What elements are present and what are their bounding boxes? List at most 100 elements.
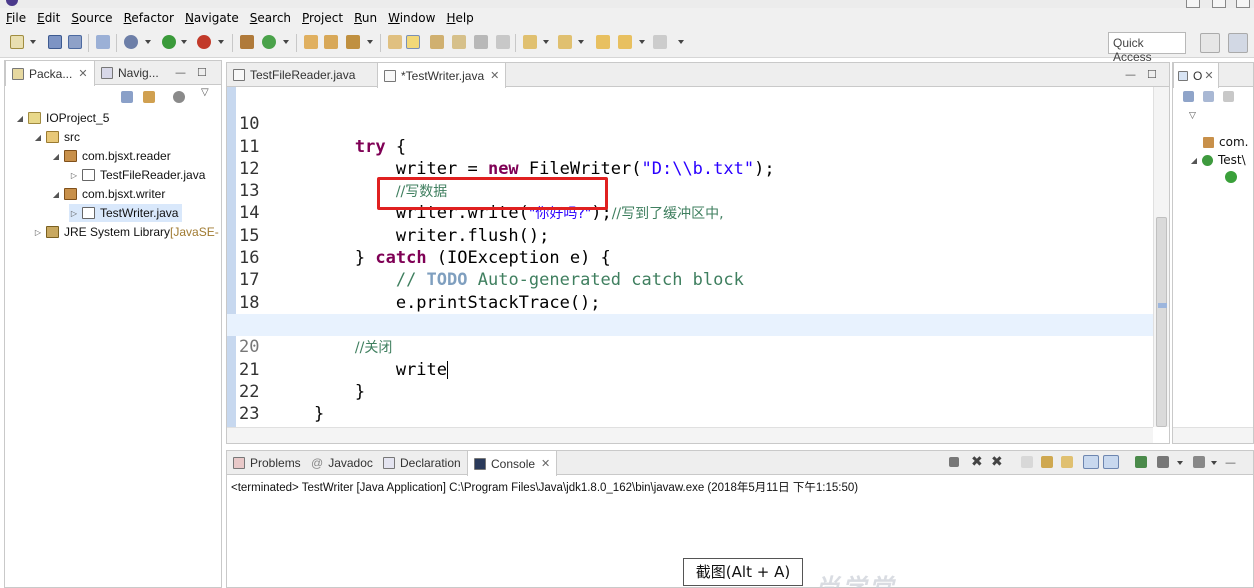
tree-item-jre-library[interactable]: ▷ JRE System Library [JavaSE- — [33, 223, 219, 241]
tab-problems[interactable]: Problems — [227, 451, 307, 475]
tab-declaration[interactable]: Declaration — [377, 451, 467, 475]
expanded-icon[interactable]: ◢ — [33, 133, 43, 142]
expanded-icon[interactable]: ◢ — [15, 114, 25, 123]
terminate-icon[interactable] — [949, 457, 959, 467]
menu-help[interactable]: Help — [446, 11, 473, 25]
show-invisible-icon[interactable] — [496, 35, 510, 49]
link-with-editor-icon[interactable] — [143, 91, 155, 103]
expanded-icon[interactable]: ◢ — [51, 152, 61, 161]
menu-edit[interactable]: Edit — [37, 11, 60, 25]
close-icon[interactable]: ✕ — [78, 67, 87, 80]
minimize-icon[interactable]: — — [175, 66, 186, 79]
view-menu-chevron-icon[interactable]: ▽ — [201, 87, 209, 98]
clear-console-icon[interactable] — [1021, 456, 1033, 468]
java-perspective-button[interactable] — [1228, 33, 1248, 53]
display-console-icon[interactable] — [1157, 456, 1169, 468]
new-class-icon[interactable] — [262, 35, 276, 49]
close-icon[interactable]: ✕ — [490, 69, 499, 82]
open-console-icon[interactable] — [1193, 456, 1205, 468]
remove-launch-icon[interactable]: ✖ — [971, 454, 983, 470]
save-icon[interactable] — [48, 35, 62, 49]
mark-occurrences-icon[interactable] — [406, 35, 420, 49]
menu-navigate[interactable]: Navigate — [185, 11, 239, 25]
toggle-breadcrumb-icon[interactable] — [388, 35, 402, 49]
outline-horizontal-scrollbar[interactable] — [1173, 427, 1253, 443]
hide-fields-icon[interactable] — [1203, 91, 1214, 102]
view-menu-icon[interactable] — [173, 91, 185, 103]
scroll-lock-icon[interactable] — [1041, 456, 1053, 468]
editor-horizontal-scrollbar[interactable] — [227, 427, 1153, 443]
word-wrap-icon[interactable] — [452, 35, 466, 49]
close-icon[interactable]: ✕ — [1204, 69, 1213, 82]
minimize-icon[interactable]: — — [1225, 456, 1236, 469]
open-perspective-button[interactable] — [1200, 33, 1220, 53]
pin-console-icon[interactable] — [1135, 456, 1147, 468]
previous-annotation-icon[interactable] — [558, 35, 572, 49]
hide-static-icon[interactable] — [1223, 91, 1234, 102]
tree-item-package-reader[interactable]: ◢ com.bjsxt.reader — [51, 147, 171, 165]
new-package-icon[interactable] — [240, 35, 254, 49]
overview-ruler-mark[interactable] — [1158, 303, 1167, 308]
expanded-icon[interactable]: ◢ — [51, 190, 61, 199]
tree-item-src[interactable]: ◢ src — [33, 128, 80, 146]
new-icon[interactable] — [10, 35, 24, 49]
block-selection-icon[interactable] — [430, 35, 444, 49]
collapsed-icon[interactable]: ▷ — [69, 209, 79, 218]
menu-refactor[interactable]: Refactor — [124, 11, 174, 25]
maximize-icon[interactable]: ☐ — [197, 66, 207, 79]
tab-outline[interactable]: O ✕ — [1173, 63, 1219, 88]
main-method-icon[interactable] — [1225, 171, 1237, 183]
search-icon[interactable] — [346, 35, 360, 49]
outline-item-class[interactable]: ◢ Test\ — [1189, 151, 1246, 169]
tree-item-package-writer[interactable]: ◢ com.bjsxt.writer — [51, 185, 165, 203]
collapsed-icon[interactable]: ▷ — [33, 228, 43, 237]
collapsed-icon[interactable]: ▷ — [69, 171, 79, 180]
open-type-icon[interactable] — [304, 35, 318, 49]
show-console-stdout-icon[interactable] — [1083, 455, 1099, 469]
remove-all-terminated-icon[interactable]: ✖ — [991, 454, 1003, 470]
last-edit-location-icon[interactable] — [596, 35, 610, 49]
forward-icon[interactable] — [653, 35, 667, 49]
editor-vertical-scrollbar[interactable] — [1153, 87, 1169, 427]
collapse-all-icon[interactable] — [121, 91, 133, 103]
maximize-window-button[interactable] — [1212, 0, 1226, 8]
outline-item-package[interactable]: com. — [1203, 133, 1248, 151]
next-annotation-icon[interactable] — [523, 35, 537, 49]
tab-testwriter[interactable]: *TestWriter.java ✕ — [377, 63, 507, 88]
toggle-mark-icon[interactable] — [96, 35, 110, 49]
close-icon[interactable]: ✕ — [541, 457, 550, 470]
tree-item-file-writer[interactable]: ▷ TestWriter.java — [69, 204, 183, 222]
show-console-stderr-icon[interactable] — [1103, 455, 1119, 469]
run-icon[interactable] — [162, 35, 176, 49]
menu-file[interactable]: File — [6, 11, 26, 25]
debug-icon[interactable] — [124, 35, 138, 49]
tab-navigator[interactable]: Navig... — [95, 61, 165, 85]
code-editor[interactable]: 10 try { 11 writer = new FileWriter("D:\… — [227, 87, 1169, 443]
sort-icon[interactable] — [1183, 91, 1194, 102]
minimize-icon[interactable]: — — [1125, 68, 1136, 81]
menu-run[interactable]: Run — [354, 11, 377, 25]
view-menu-chevron-icon[interactable]: ▽ — [1189, 111, 1196, 121]
open-task-icon[interactable] — [324, 35, 338, 49]
save-all-icon[interactable] — [68, 35, 82, 49]
minimize-window-button[interactable] — [1186, 0, 1200, 8]
tab-console[interactable]: Console ✕ — [467, 451, 558, 476]
scrollbar-thumb[interactable] — [1156, 217, 1167, 427]
back-icon[interactable] — [618, 35, 632, 49]
quick-access-input[interactable]: Quick Access — [1108, 32, 1186, 64]
menu-window[interactable]: Window — [388, 11, 435, 25]
expanded-icon[interactable]: ◢ — [1189, 156, 1199, 165]
tree-item-project[interactable]: ◢ IOProject_5 — [15, 109, 109, 127]
menu-source[interactable]: Source — [71, 11, 112, 25]
word-wrap-icon[interactable] — [1061, 456, 1073, 468]
run-external-icon[interactable] — [197, 35, 211, 49]
tab-package-explorer[interactable]: Packa... ✕ — [5, 61, 95, 86]
tab-javadoc[interactable]: @ Javadoc — [305, 451, 379, 475]
close-window-button[interactable] — [1236, 0, 1250, 8]
tab-testfilereader[interactable]: TestFileReader.java — [227, 63, 361, 87]
tree-item-file-reader[interactable]: ▷ TestFileReader.java — [69, 166, 205, 184]
menu-search[interactable]: Search — [250, 11, 291, 25]
maximize-icon[interactable]: ☐ — [1147, 68, 1157, 81]
menu-project[interactable]: Project — [302, 11, 343, 25]
show-whitespace-icon[interactable] — [474, 35, 488, 49]
